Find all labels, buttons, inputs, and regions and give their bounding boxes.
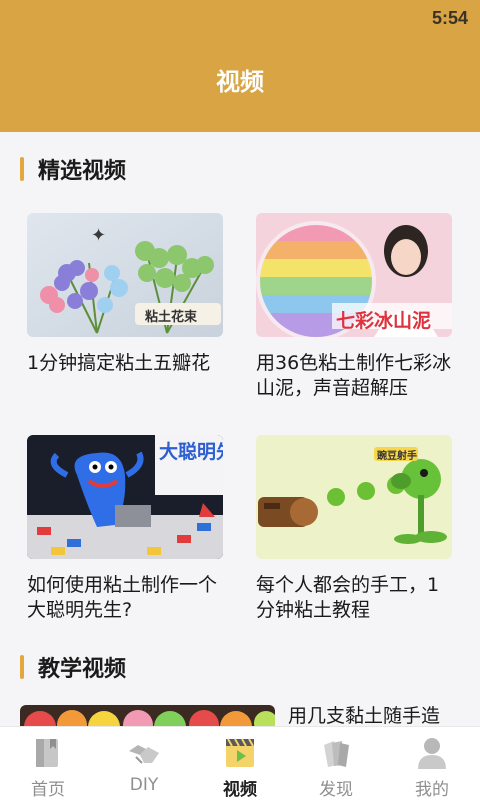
video-thumbnail[interactable]: 七彩冰山泥 — [256, 213, 452, 337]
tab-diy[interactable]: DIY — [96, 727, 192, 800]
video-card[interactable]: ✦ 粘土花束 1分钟搞定粘土五瓣花 — [27, 213, 223, 376]
tab-home[interactable]: 首页 — [0, 727, 96, 800]
peashooter-thumbnail — [256, 435, 452, 559]
video-clapper-icon — [226, 738, 254, 767]
thumbnail-caption: 豌豆射手 — [377, 451, 417, 462]
tab-mine[interactable]: 我的 — [384, 727, 480, 800]
svg-text:✦: ✦ — [91, 225, 106, 246]
video-title[interactable]: 每个人都会的手工，1分钟粘土教程 — [256, 573, 456, 623]
bottom-tab-bar: 首页 DIY 视频 发现 我的 — [0, 726, 480, 800]
video-title[interactable]: 1分钟搞定粘土五瓣花 — [27, 351, 227, 376]
person-icon — [418, 738, 446, 769]
video-thumbnail[interactable]: 豌豆射手 — [256, 435, 452, 559]
section-heading-featured: 精选视频 — [20, 155, 127, 184]
teaching-video-item[interactable]: 用几支黏土随手造 — [20, 705, 480, 726]
tab-label: DIY — [129, 775, 159, 795]
section-heading-teaching: 教学视频 — [20, 653, 127, 682]
book-icon — [36, 739, 58, 767]
tab-label: 视频 — [223, 780, 257, 800]
video-thumbnail[interactable]: 大聪明先生 — [27, 435, 223, 559]
tab-video[interactable]: 视频 — [192, 727, 288, 800]
section-accent-bar — [20, 157, 24, 181]
section-accent-bar — [20, 655, 24, 679]
video-card[interactable]: 豌豆射手 每个人都会的手工，1分钟粘土教程 — [256, 435, 452, 623]
tab-label: 我的 — [415, 780, 449, 800]
section-title: 精选视频 — [38, 159, 127, 184]
video-thumbnail[interactable] — [20, 705, 275, 726]
tab-label: 首页 — [31, 780, 65, 800]
page-title: 视频 — [216, 68, 264, 96]
video-title[interactable]: 如何使用粘土制作一个大聪明先生? — [27, 573, 227, 623]
video-card[interactable]: 七彩冰山泥 用36色粘土制作七彩冰山泥，声音超解压 — [256, 213, 452, 401]
tab-label: 发现 — [319, 780, 353, 800]
video-title[interactable]: 用36色粘土制作七彩冰山泥，声音超解压 — [256, 351, 456, 401]
discover-cards-icon — [324, 741, 349, 767]
content-scroll[interactable]: 精选视频 ✦ 粘土花束 1分钟搞定粘土五瓣花 七彩冰山泥 用36色粘土制作七彩冰… — [0, 132, 480, 726]
thumbnail-caption: 大聪明先生 — [159, 441, 223, 463]
app-header: 5:54 视频 — [0, 0, 480, 132]
cupcakes-thumbnail — [20, 705, 275, 726]
thumbnail-caption: 七彩冰山泥 — [336, 310, 432, 332]
tab-discover[interactable]: 发现 — [288, 727, 384, 800]
section-title: 教学视频 — [38, 657, 127, 682]
thumbnail-caption: 粘土花束 — [145, 310, 198, 325]
handshake-icon — [129, 745, 159, 764]
video-thumbnail[interactable]: ✦ 粘土花束 — [27, 213, 223, 337]
video-card[interactable]: 大聪明先生 如何使用粘土制作一个大聪明先生? — [27, 435, 223, 623]
status-time: 5:54 — [431, 8, 468, 28]
video-title[interactable]: 用几支黏土随手造 — [288, 701, 480, 726]
